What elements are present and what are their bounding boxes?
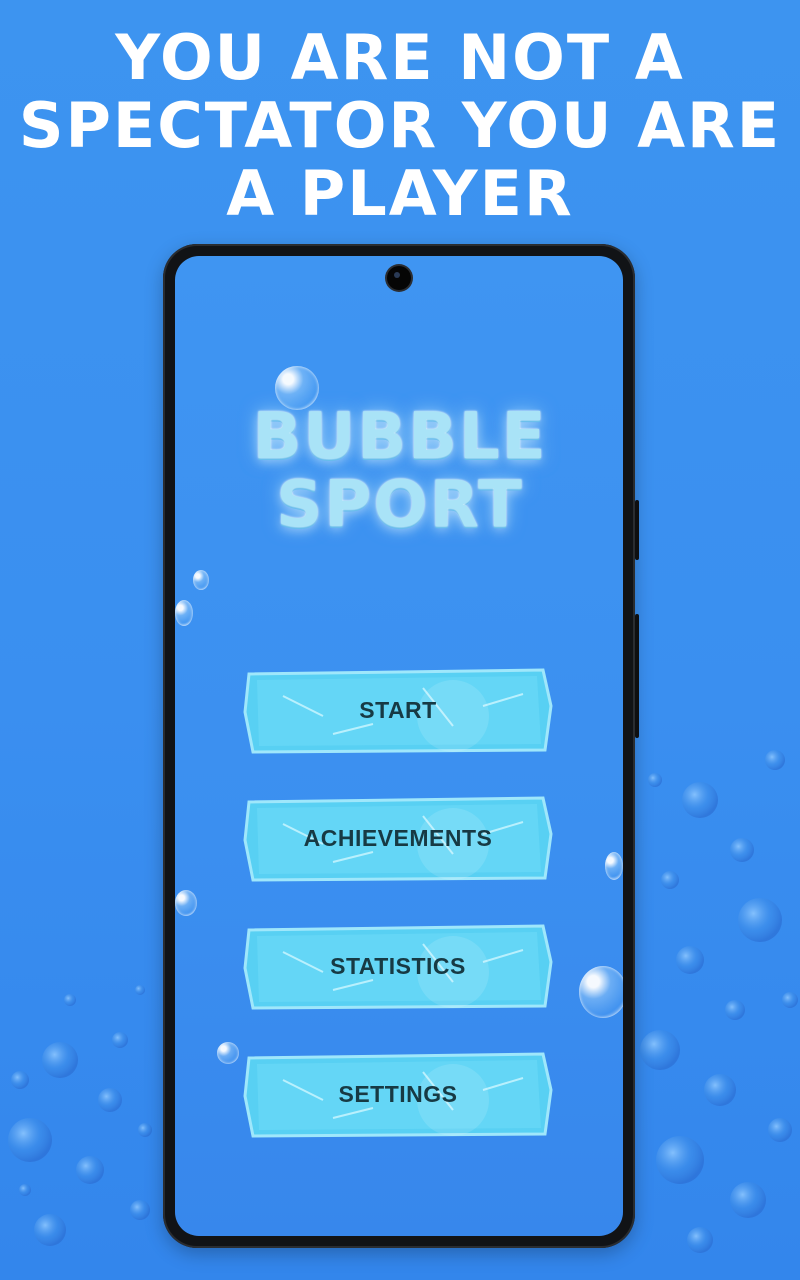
statistics-button-label: STATISTICS [330,952,466,979]
front-camera-icon [387,266,411,290]
promo-headline: YOU ARE NOT A SPECTATOR YOU ARE A PLAYER [0,24,800,228]
bubble-icon [605,852,623,880]
headline-line-2: SPECTATOR YOU ARE [18,89,782,162]
start-button-label: START [359,696,437,723]
start-button[interactable]: START [243,666,553,754]
app-screen: BUBBLE SPORT START ACHIEVEMENTS STATISTI… [175,256,623,1236]
headline-line-3: A PLAYER [226,157,574,230]
bubble-icon [175,890,197,916]
settings-button[interactable]: SETTINGS [243,1050,553,1138]
achievements-button-label: ACHIEVEMENTS [303,824,493,851]
bubble-icon [175,600,193,626]
bubble-icon [193,570,209,590]
statistics-button[interactable]: STATISTICS [243,922,553,1010]
app-logo: BUBBLE SPORT [235,356,565,556]
logo-word-sport: SPORT [276,468,524,542]
bubble-icon [579,966,623,1018]
store-screenshot: { "headline": { "line1": "YOU ARE NOT A"… [0,0,800,1280]
power-button [635,500,639,560]
achievements-button[interactable]: ACHIEVEMENTS [243,794,553,882]
settings-button-label: SETTINGS [338,1080,458,1107]
bubble-icon [217,1042,239,1064]
headline-line-1: YOU ARE NOT A [115,21,685,94]
phone-mockup: BUBBLE SPORT START ACHIEVEMENTS STATISTI… [163,244,639,1248]
logo-word-bubble: BUBBLE [252,400,548,474]
volume-button [635,614,639,738]
